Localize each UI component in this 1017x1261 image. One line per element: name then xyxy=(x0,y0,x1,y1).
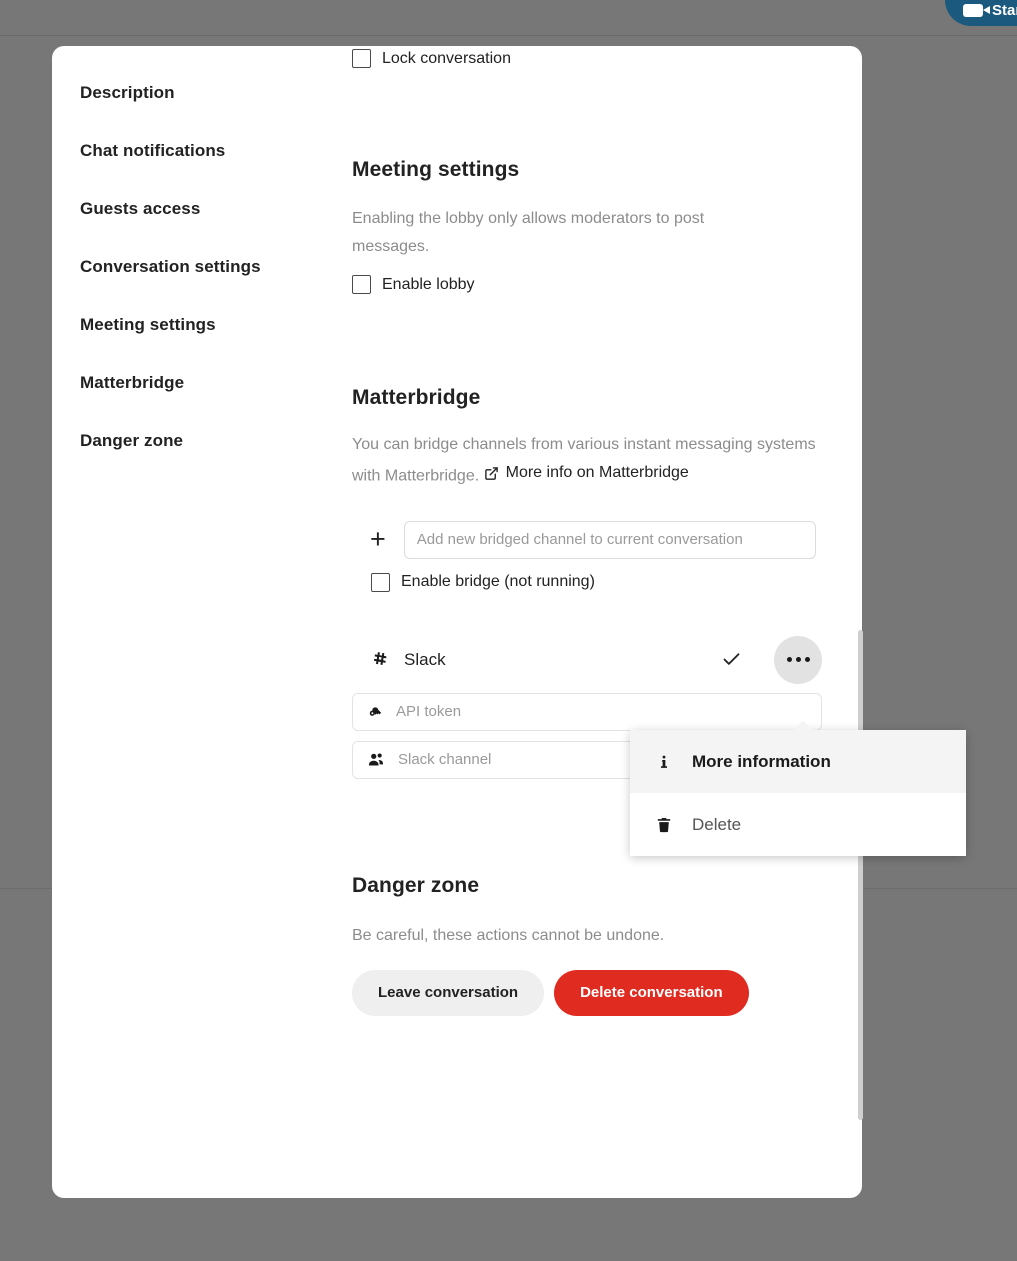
sidebar-item-danger-zone[interactable]: Danger zone xyxy=(80,412,322,470)
check-icon xyxy=(721,649,742,670)
danger-zone-description: Be careful, these actions cannot be undo… xyxy=(352,926,665,944)
matterbridge-description: You can bridge channels from various ins… xyxy=(352,431,822,491)
dot xyxy=(804,657,810,662)
sidebar-item-meeting-settings[interactable]: Meeting settings xyxy=(80,296,322,354)
meeting-settings-title: Meeting settings xyxy=(352,158,520,181)
dot xyxy=(786,657,792,662)
bridge-part-actions-menu: More information Delete xyxy=(630,721,966,856)
sidebar-item-guests-access[interactable]: Guests access xyxy=(80,180,322,238)
sidebar-item-conversation-settings[interactable]: Conversation settings xyxy=(80,238,322,296)
dot xyxy=(795,657,801,662)
checkbox-icon[interactable] xyxy=(371,572,390,592)
add-bridged-channel-input[interactable] xyxy=(403,520,816,559)
enable-bridge-row[interactable]: Enable bridge (not running) xyxy=(371,572,822,592)
meeting-settings-description: Enabling the lobby only allows moderator… xyxy=(352,210,705,255)
plus-icon[interactable]: + xyxy=(370,526,386,553)
more-info-matterbridge-label: More info on Matterbridge xyxy=(505,464,689,481)
sidebar-item-description[interactable]: Description xyxy=(80,64,322,122)
sidebar-item-label: Description xyxy=(80,83,175,102)
api-token-field[interactable]: API token xyxy=(352,692,822,731)
info-icon xyxy=(654,753,674,771)
danger-zone-title: Danger zone xyxy=(352,873,480,897)
menu-item-label: Delete xyxy=(692,814,742,834)
slack-hash-icon xyxy=(370,650,390,670)
add-bridged-channel-row: + xyxy=(370,520,822,559)
menu-item-label: More information xyxy=(692,751,831,771)
sidebar-item-label: Meeting settings xyxy=(80,315,216,334)
sidebar-item-label: Matterbridge xyxy=(80,373,185,392)
lock-conversation-label: Lock conversation xyxy=(382,49,511,67)
enable-lobby-row[interactable]: Enable lobby xyxy=(352,275,822,294)
checkbox-icon[interactable] xyxy=(352,275,371,294)
danger-zone-actions: Leave conversation Delete conversation xyxy=(352,969,822,1016)
sidebar-item-label: Guests access xyxy=(80,199,201,218)
users-icon xyxy=(367,750,386,769)
slack-channel-placeholder: Slack channel xyxy=(398,751,492,768)
trash-icon xyxy=(654,816,674,834)
matterbridge-title: Matterbridge xyxy=(352,386,481,409)
more-info-matterbridge-link[interactable]: More info on Matterbridge xyxy=(484,459,689,487)
sidebar-item-label: Chat notifications xyxy=(80,141,226,160)
settings-sidebar: Description Chat notifications Guests ac… xyxy=(52,46,322,1198)
sidebar-item-label: Danger zone xyxy=(80,431,184,450)
bridge-part-header: Slack xyxy=(352,635,822,684)
backdrop-top-divider xyxy=(0,35,1017,36)
external-link-icon xyxy=(484,466,499,481)
key-icon xyxy=(367,703,384,720)
settings-content: Lock conversation Meeting settings Enabl… xyxy=(322,46,862,1198)
bridge-part-name: Slack xyxy=(404,649,446,669)
start-call-label: Start xyxy=(992,2,1017,19)
lock-conversation-row[interactable]: Lock conversation xyxy=(352,49,822,68)
menu-item-more-information[interactable]: More information xyxy=(630,730,966,793)
sidebar-item-label: Conversation settings xyxy=(80,257,261,276)
menu-item-delete[interactable]: Delete xyxy=(630,793,966,856)
conversation-settings-dialog: Description Chat notifications Guests ac… xyxy=(52,46,862,1198)
enable-lobby-label: Enable lobby xyxy=(382,275,475,293)
modal-scrollbar-thumb[interactable] xyxy=(858,630,863,1120)
sidebar-item-chat-notifications[interactable]: Chat notifications xyxy=(80,122,322,180)
delete-conversation-button[interactable]: Delete conversation xyxy=(554,969,749,1016)
sidebar-item-matterbridge[interactable]: Matterbridge xyxy=(80,354,322,412)
more-dots-icon[interactable] xyxy=(774,635,822,684)
leave-conversation-button[interactable]: Leave conversation xyxy=(352,969,545,1016)
api-token-placeholder: API token xyxy=(396,703,462,720)
enable-bridge-label: Enable bridge (not running) xyxy=(401,573,595,590)
checkbox-icon[interactable] xyxy=(352,49,371,68)
video-camera-icon xyxy=(963,4,990,17)
menu-arrow xyxy=(792,721,814,731)
